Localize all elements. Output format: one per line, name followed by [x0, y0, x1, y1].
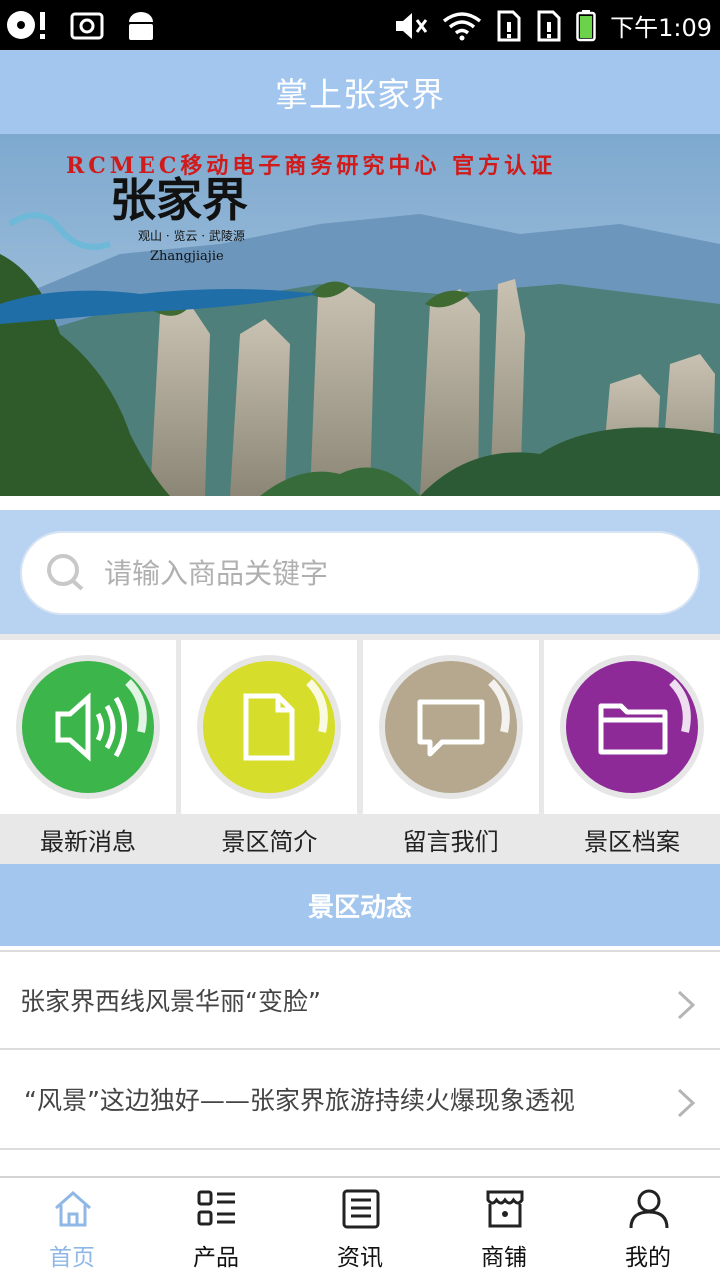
banner-logo-text: 张家界	[110, 173, 248, 227]
banner-logo-en: Zhangjiajie	[150, 249, 224, 264]
mute-icon	[396, 12, 428, 39]
banner-scenery: 张家界 观山 · 览云 · 武陵源 Zhangjiajie	[0, 134, 720, 496]
nav-home[interactable]: 首页	[0, 1178, 144, 1280]
nav-products[interactable]: 产品	[144, 1178, 288, 1280]
bottom-nav: 首页 产品 资讯 商铺 我的	[0, 1176, 720, 1280]
folder-icon	[559, 655, 704, 799]
nav-label: 首页	[49, 1245, 95, 1271]
list-icon	[197, 1190, 235, 1226]
search-icon	[47, 554, 84, 591]
nav-news[interactable]: 资讯	[288, 1178, 432, 1280]
news-title: “风景”这边独好——张家界旅游持续火爆现象透视	[24, 1086, 575, 1115]
grid-label: 景区简介	[221, 828, 318, 856]
nav-label: 资讯	[337, 1245, 383, 1271]
home-icon	[55, 1190, 91, 1227]
banner-image[interactable]: 张家界 观山 · 览云 · 武陵源 Zhangjiajie RCMEC移动电子商…	[0, 134, 720, 496]
chevron-right-icon	[677, 1088, 696, 1118]
wifi-icon	[443, 11, 482, 40]
status-bar: 下午1:09	[0, 0, 720, 50]
sim1-icon	[497, 10, 521, 41]
chevron-right-icon	[677, 990, 696, 1020]
nav-label: 产品	[193, 1245, 239, 1271]
list-item[interactable]: 张家界西线风景华丽“变脸”	[0, 950, 720, 1050]
news-title: 张家界西线风景华丽“变脸”	[20, 987, 321, 1016]
section-title: 景区动态	[307, 892, 412, 923]
grid-item-intro[interactable]: 景区简介	[181, 634, 358, 864]
grid-item-message[interactable]: 留言我们	[362, 634, 539, 864]
app-title-bar: 掌上张家界	[0, 50, 720, 134]
screenshot-icon	[70, 12, 104, 40]
grid-label: 留言我们	[402, 828, 499, 856]
nav-label: 我的	[625, 1245, 671, 1271]
nav-label: 商铺	[481, 1245, 527, 1271]
list-item[interactable]: “风景”这边独好——张家界旅游持续火爆现象透视	[0, 1050, 720, 1150]
battery-icon	[576, 9, 596, 41]
user-icon	[629, 1189, 669, 1229]
message-icon	[378, 655, 523, 799]
nav-profile[interactable]: 我的	[576, 1178, 720, 1280]
speaker-icon	[16, 655, 160, 799]
news-list: 张家界西线风景华丽“变脸” “风景”这边独好——张家界旅游持续火爆现象透视	[0, 950, 720, 1150]
banner-logo-sub: 观山 · 览云 · 武陵源	[138, 228, 245, 243]
section-header: 景区动态	[0, 864, 720, 946]
search-input[interactable]	[104, 556, 664, 590]
sim2-icon	[537, 10, 561, 41]
search-area	[0, 510, 720, 634]
android-icon	[129, 12, 153, 40]
status-time: 下午1:09	[610, 14, 712, 42]
grid-label: 最新消息	[40, 828, 136, 856]
app-title: 掌上张家界	[275, 75, 445, 114]
notification-icon	[7, 11, 45, 39]
news-icon	[342, 1189, 380, 1229]
grid-label: 景区档案	[583, 828, 680, 856]
grid-item-news[interactable]: 最新消息	[0, 634, 176, 864]
document-icon	[197, 655, 342, 799]
nav-store[interactable]: 商铺	[432, 1178, 576, 1280]
banner-caption: RCMEC移动电子商务研究中心 官方认证	[66, 153, 557, 179]
search-box[interactable]	[20, 531, 700, 615]
grid-item-archive[interactable]: 景区档案	[543, 634, 720, 864]
store-icon	[486, 1190, 524, 1228]
feature-grid: 最新消息 景区简介 留言我们 景区档案	[0, 634, 720, 864]
